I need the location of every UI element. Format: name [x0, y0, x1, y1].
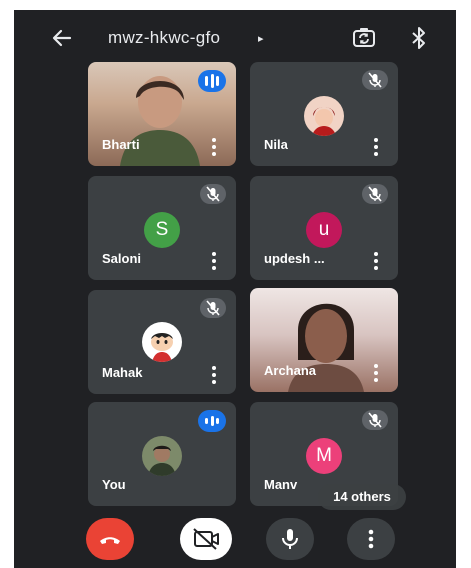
participant-tile-nila[interactable]: Nila [250, 62, 398, 166]
mic-off-icon [362, 70, 388, 90]
participant-tile-saloni[interactable]: S Saloni [88, 176, 236, 280]
phone-hangup-icon [100, 537, 120, 544]
participant-name: You [102, 477, 126, 492]
participant-tile-mahak[interactable]: Mahak [88, 290, 236, 394]
participant-name: Bharti [102, 137, 140, 152]
participant-name: updesh ... [264, 251, 325, 266]
video-off-icon [193, 528, 219, 550]
participant-name: Mahak [102, 365, 143, 380]
microphone-button[interactable] [266, 518, 314, 560]
participant-tile-updesh[interactable]: u updesh ... [250, 176, 398, 280]
meet-screen: mwz-hkwc-gfo ▸ Bharti Nila S Saloni u up… [14, 10, 456, 568]
more-vert-icon[interactable] [374, 364, 378, 382]
bluetooth-icon[interactable] [408, 25, 430, 51]
camera-flip-icon[interactable] [351, 25, 377, 51]
mic-off-icon [200, 298, 226, 318]
microphone-icon [282, 529, 298, 549]
top-bar: mwz-hkwc-gfo ▸ [14, 10, 456, 66]
participant-name: Nila [264, 137, 288, 152]
speaking-indicator-icon [198, 70, 226, 92]
camera-off-button[interactable] [180, 518, 232, 560]
meeting-code[interactable]: mwz-hkwc-gfo [108, 28, 220, 48]
more-vert-icon[interactable] [212, 138, 216, 156]
more-vert-icon[interactable] [374, 252, 378, 270]
speaking-indicator-icon [198, 410, 226, 432]
mic-off-icon [200, 184, 226, 204]
caret-right-icon[interactable]: ▸ [258, 32, 264, 45]
participant-name: Manv [264, 477, 298, 492]
avatar: u [306, 212, 342, 248]
avatar [142, 436, 182, 476]
avatar [142, 322, 182, 362]
participant-name: Archana [264, 363, 317, 378]
more-vert-icon[interactable] [374, 138, 378, 156]
participant-name: Saloni [102, 251, 142, 266]
arrow-left-icon[interactable] [50, 26, 74, 50]
avatar: M [306, 438, 342, 474]
participant-tile-bharti[interactable]: Bharti [88, 62, 236, 166]
participant-tile-you[interactable]: You [88, 402, 236, 506]
participant-tile-archana[interactable]: Archana [250, 288, 398, 392]
avatar [304, 96, 344, 136]
mic-off-icon [362, 184, 388, 204]
more-options-button[interactable] [347, 518, 395, 560]
more-vert-icon[interactable] [212, 366, 216, 384]
mic-off-icon [362, 410, 388, 430]
more-vert-icon [368, 529, 374, 549]
avatar: S [144, 212, 180, 248]
more-vert-icon[interactable] [212, 252, 216, 270]
end-call-button[interactable] [86, 518, 134, 560]
others-count-badge[interactable]: 14 others [318, 484, 406, 510]
